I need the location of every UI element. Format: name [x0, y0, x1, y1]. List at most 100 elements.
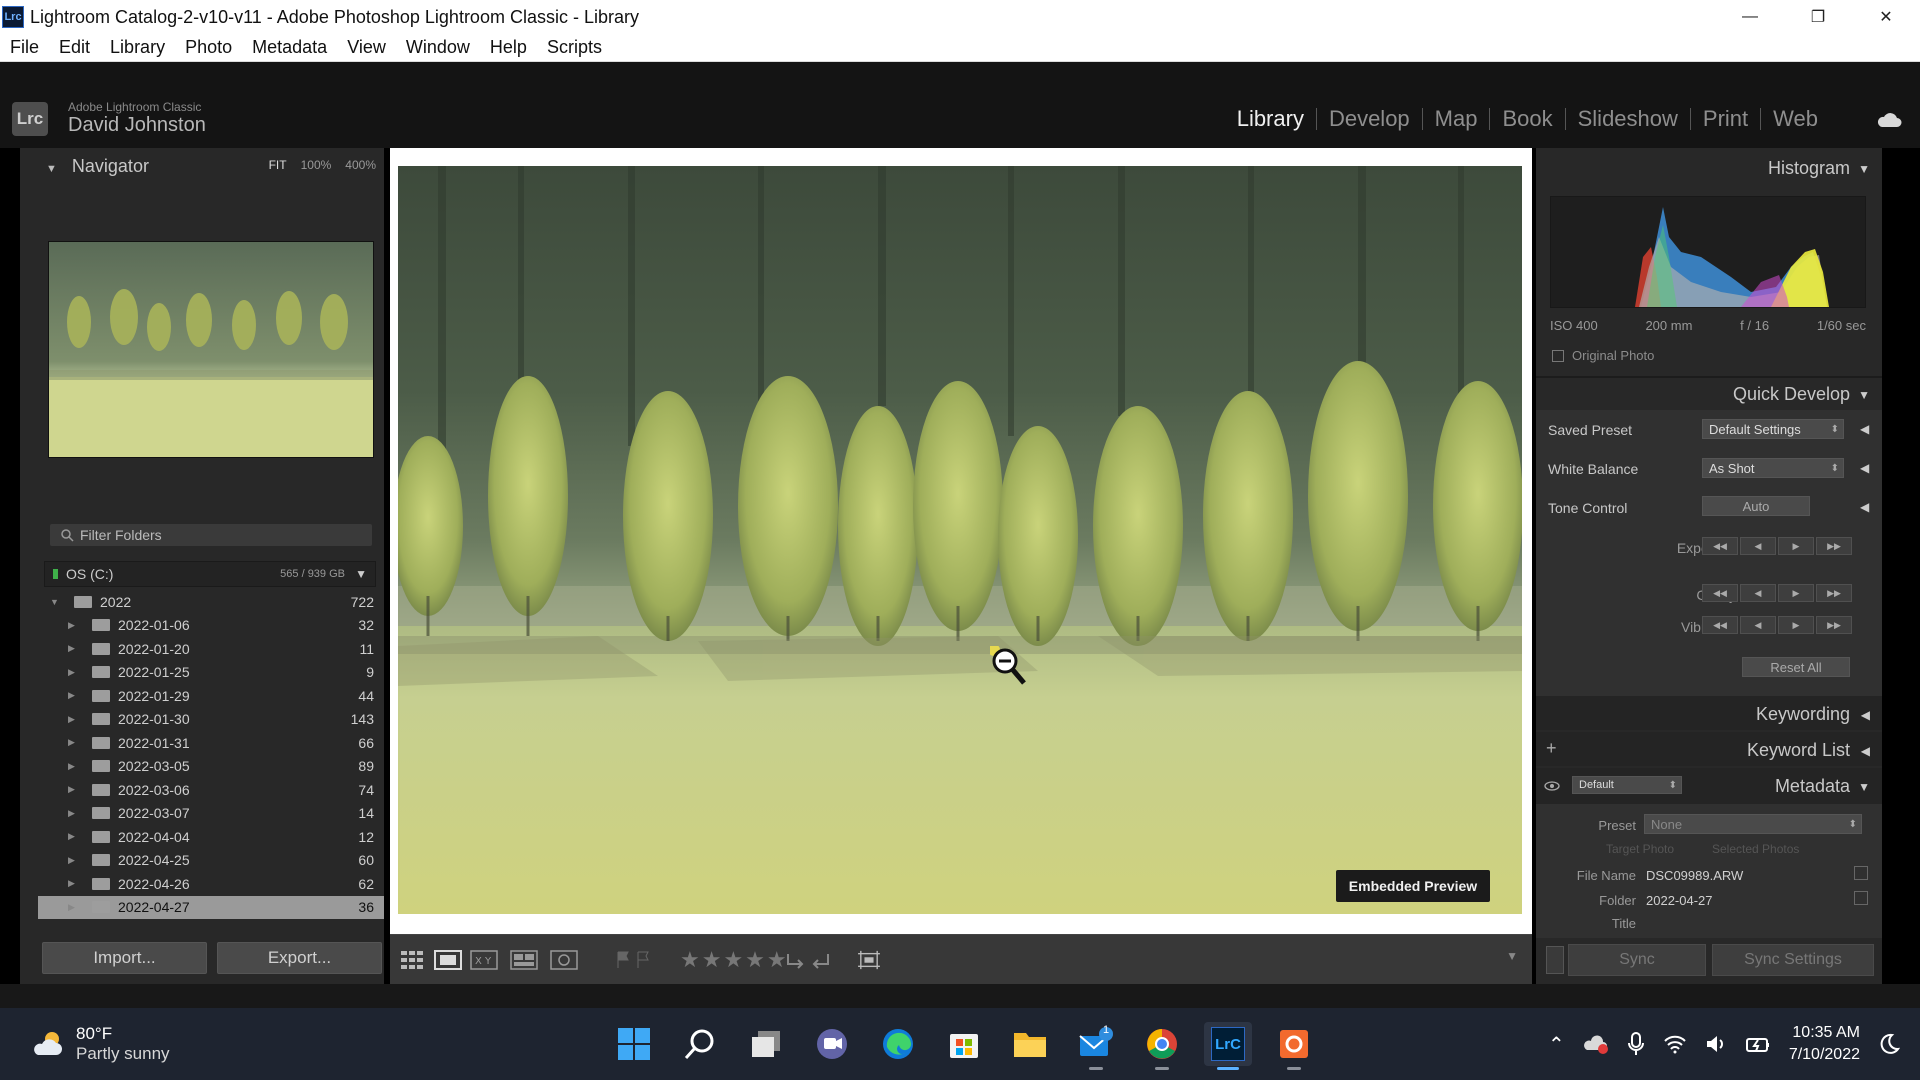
folder-row[interactable]: ▶ 2022-04-25 60	[38, 849, 384, 873]
saved-preset-select[interactable]: Default Settings ⬍	[1702, 419, 1844, 439]
module-library[interactable]: Library	[1225, 106, 1316, 132]
menu-window[interactable]: Window	[406, 37, 470, 58]
menu-metadata[interactable]: Metadata	[252, 37, 327, 58]
vibrance-increase-large[interactable]: ▶▶	[1816, 616, 1852, 634]
collapsed-triangle-icon[interactable]: ▶	[68, 902, 75, 913]
task-view-button[interactable]	[742, 1022, 790, 1066]
menu-library[interactable]: Library	[110, 37, 165, 58]
collapsed-triangle-icon[interactable]: ▶	[68, 784, 75, 795]
people-view-icon[interactable]	[550, 950, 578, 970]
folder-row[interactable]: ▶ 2022-01-06 32	[38, 614, 384, 638]
folder-row[interactable]: ▶ 2022-01-20 11	[38, 637, 384, 661]
compare-view-icon[interactable]: X Y	[470, 950, 498, 970]
module-develop[interactable]: Develop	[1317, 106, 1422, 132]
module-slideshow[interactable]: Slideshow	[1566, 106, 1690, 132]
navigator-header[interactable]: ▼ Navigator	[46, 156, 149, 177]
original-photo-toggle[interactable]: Original Photo	[1552, 348, 1654, 363]
vibrance-decrease-large[interactable]: ◀◀	[1702, 616, 1738, 634]
clarity-increase-large[interactable]: ▶▶	[1816, 584, 1852, 602]
volume-row[interactable]: OS (C:) 565 / 939 GB ▼	[44, 561, 376, 587]
weather-widget[interactable]: 80°F Partly sunny	[30, 1024, 170, 1064]
folder-row[interactable]: ▶ 2022-01-29 44	[38, 684, 384, 708]
vibrance-increase[interactable]: ▶	[1778, 616, 1814, 634]
volume-menu-icon[interactable]: ▼	[355, 567, 367, 581]
main-photo[interactable]	[398, 166, 1522, 914]
exposure-increase[interactable]: ▶	[1778, 537, 1814, 555]
folder-row[interactable]: ▶ 2022-01-31 66	[38, 731, 384, 755]
menu-scripts[interactable]: Scripts	[547, 37, 602, 58]
clarity-increase[interactable]: ▶	[1778, 584, 1814, 602]
checkbox-icon[interactable]	[1552, 349, 1564, 362]
sync-button[interactable]: Sync	[1568, 944, 1706, 976]
folder-row[interactable]: ▶ 2022-04-04 12	[38, 825, 384, 849]
file-name-value[interactable]: DSC09989.ARW	[1646, 868, 1743, 883]
histogram-graph[interactable]	[1550, 196, 1866, 308]
collapsed-triangle-icon[interactable]: ▶	[68, 855, 75, 866]
flag-icon[interactable]	[614, 950, 654, 970]
edge-button[interactable]	[874, 1022, 922, 1066]
vibrance-decrease[interactable]: ◀	[1740, 616, 1776, 634]
exposure-increase-large[interactable]: ▶▶	[1816, 537, 1852, 555]
collapsed-triangle-icon[interactable]: ▶	[68, 878, 75, 889]
start-button[interactable]	[610, 1022, 658, 1066]
zoom-400[interactable]: 400%	[345, 158, 376, 172]
mail-button[interactable]: 1	[1072, 1022, 1120, 1070]
teams-chat-button[interactable]	[808, 1022, 856, 1066]
battery-charging-icon[interactable]	[1745, 1034, 1771, 1054]
keywording-header[interactable]: Keywording ◀	[1536, 696, 1882, 730]
reset-all-button[interactable]: Reset All	[1742, 657, 1850, 677]
expand-arrow-icon[interactable]: ◀	[1860, 461, 1869, 475]
menu-help[interactable]: Help	[490, 37, 527, 58]
expand-arrow-icon[interactable]: ◀	[1860, 500, 1869, 514]
collapsed-triangle-icon[interactable]: ▶	[68, 667, 75, 678]
minimize-button[interactable]: —	[1716, 0, 1784, 34]
file-name-action-icon[interactable]	[1854, 866, 1868, 880]
close-button[interactable]: ✕	[1852, 0, 1920, 34]
clarity-decrease[interactable]: ◀	[1740, 584, 1776, 602]
module-print[interactable]: Print	[1691, 106, 1760, 132]
zoom-fit[interactable]: FIT	[269, 158, 287, 172]
folder-row[interactable]: ▶ 2022-03-05 89	[38, 755, 384, 779]
metadata-header[interactable]: Default ⬍ Metadata ▼	[1536, 768, 1882, 804]
selected-photos-tab[interactable]: Selected Photos	[1712, 842, 1799, 856]
folder-row[interactable]: ▶ 2022-03-07 14	[38, 802, 384, 826]
crop-overlay-icon[interactable]	[856, 950, 882, 970]
metadata-preset-select[interactable]: None ⬍	[1644, 814, 1862, 834]
metadata-set-select[interactable]: Default ⬍	[1572, 776, 1682, 794]
target-photo-tab[interactable]: Target Photo	[1606, 842, 1674, 856]
eye-icon[interactable]	[1544, 780, 1560, 792]
menu-edit[interactable]: Edit	[59, 37, 90, 58]
filter-folders-input[interactable]: Filter Folders	[50, 524, 372, 546]
menu-file[interactable]: File	[10, 37, 39, 58]
snipping-tool-button[interactable]	[1270, 1022, 1318, 1070]
collapsed-triangle-icon[interactable]: ▶	[68, 690, 75, 701]
lightroom-taskbar-button[interactable]: LrC	[1204, 1022, 1252, 1070]
expanded-triangle-icon[interactable]: ▼	[50, 597, 59, 607]
clarity-decrease-large[interactable]: ◀◀	[1702, 584, 1738, 602]
exposure-decrease[interactable]: ◀	[1740, 537, 1776, 555]
collapsed-triangle-icon[interactable]: ▶	[68, 808, 75, 819]
white-balance-select[interactable]: As Shot ⬍	[1702, 458, 1844, 478]
microphone-icon[interactable]	[1627, 1032, 1645, 1056]
taskbar-search[interactable]	[676, 1022, 724, 1066]
histogram-header[interactable]: Histogram ▼	[1536, 158, 1882, 182]
sync-settings-button[interactable]: Sync Settings	[1712, 944, 1874, 976]
folder-action-icon[interactable]	[1854, 891, 1868, 905]
survey-view-icon[interactable]	[510, 950, 538, 970]
folder-row[interactable]: ▶ 2022-03-06 74	[38, 778, 384, 802]
module-web[interactable]: Web	[1761, 106, 1830, 132]
exposure-decrease-large[interactable]: ◀◀	[1702, 537, 1738, 555]
wifi-icon[interactable]	[1663, 1034, 1687, 1054]
collapsed-triangle-icon[interactable]: ▶	[68, 620, 75, 631]
onedrive-error-icon[interactable]	[1583, 1034, 1609, 1054]
collapsed-triangle-icon[interactable]: ▶	[68, 831, 75, 842]
folder-value[interactable]: 2022-04-27	[1646, 893, 1713, 908]
auto-tone-button[interactable]: Auto	[1702, 496, 1810, 516]
cloud-sync-icon[interactable]	[1876, 112, 1902, 128]
loupe-view-icon[interactable]	[434, 950, 462, 970]
focus-assist-moon-icon[interactable]	[1878, 1033, 1900, 1055]
keyword-list-header[interactable]: + Keyword List ◀	[1536, 732, 1882, 766]
module-book[interactable]: Book	[1490, 106, 1564, 132]
import-button[interactable]: Import...	[42, 942, 207, 974]
file-explorer-button[interactable]	[1006, 1022, 1054, 1066]
